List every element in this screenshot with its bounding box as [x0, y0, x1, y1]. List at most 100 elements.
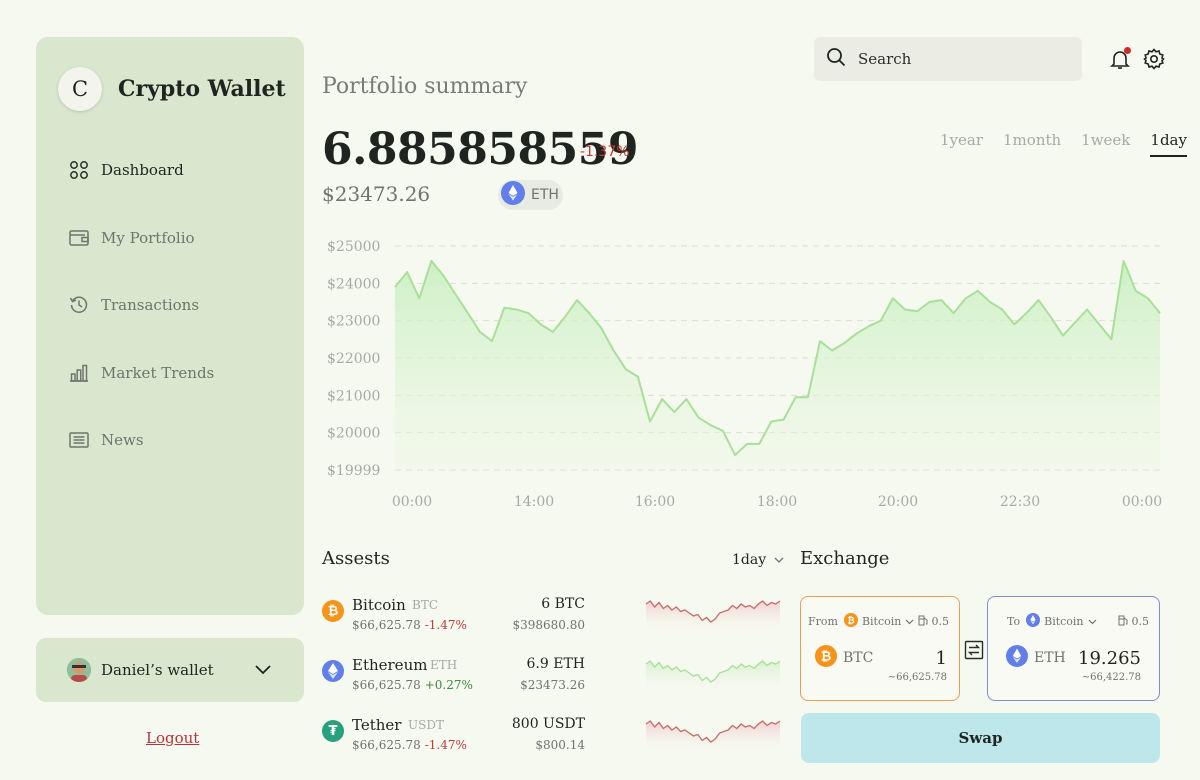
- sidebar-item-dashboard[interactable]: Dashboard: [68, 155, 214, 185]
- y-tick-label: $24000: [327, 276, 380, 292]
- to-coin-select[interactable]: Bitcoin: [1026, 613, 1096, 630]
- sidebar-nav: Dashboard My Portfolio Transactions Mark…: [68, 155, 214, 493]
- chevron-down-icon: [1088, 615, 1097, 628]
- asset-name: Tether: [352, 716, 402, 734]
- chevron-down-icon: [254, 660, 272, 682]
- notification-button[interactable]: [1108, 47, 1132, 71]
- bar-chart-icon: [68, 362, 90, 384]
- balance-change: -1.37%: [580, 144, 630, 160]
- search-bar[interactable]: [814, 37, 1082, 81]
- notification-dot: [1124, 47, 1131, 54]
- portfolio-chart: $25000 $24000 $23000 $22000 $21000 $20000 $199…: [327, 239, 1162, 510]
- swap-button[interactable]: Swap: [801, 713, 1160, 763]
- area-fill: [395, 260, 1160, 470]
- y-tick-label: $19999: [327, 463, 380, 479]
- asset-price: $66,625.78 -1.47%: [352, 618, 467, 632]
- x-tick-label: 22:30: [1000, 494, 1040, 510]
- ethereum-icon: [1026, 613, 1041, 630]
- bitcoin-icon: ₿: [322, 600, 344, 622]
- sidebar: C Crypto Wallet Dashboard My Portfolio T…: [36, 37, 304, 615]
- sidebar-item-transactions[interactable]: Transactions: [68, 290, 214, 320]
- sparkline-area: [646, 601, 780, 632]
- tab-1year[interactable]: 1year: [940, 131, 983, 157]
- assets-range-label: 1day: [732, 552, 767, 568]
- to-coin: ETH: [1034, 650, 1066, 666]
- from-coin: BTC: [843, 650, 874, 666]
- usd-value: $23473.26: [322, 182, 431, 206]
- sidebar-item-market-trends[interactable]: Market Trends: [68, 358, 214, 388]
- tab-1day[interactable]: 1day: [1150, 131, 1187, 157]
- gas-pump-icon: [1118, 615, 1129, 629]
- asset-row-ethereum[interactable]: Ethereum ETH $66,625.78 +0.27% 6.9 ETH $2…: [322, 656, 782, 700]
- search-input[interactable]: [858, 50, 1058, 68]
- swap-direction-icon[interactable]: [963, 639, 985, 661]
- asset-fiat-value: $800.14: [535, 738, 585, 752]
- news-icon: [68, 429, 90, 451]
- sidebar-item-my-portfolio[interactable]: My Portfolio: [68, 223, 214, 253]
- gas-fee-value: 0.5: [1131, 615, 1150, 628]
- sidebar-item-news[interactable]: News: [68, 425, 214, 455]
- asset-price: $66,625.78 +0.27%: [352, 678, 473, 692]
- asset-ticker: ETH: [430, 658, 458, 672]
- sparkline: [645, 720, 781, 752]
- brand: C Crypto Wallet: [58, 67, 286, 111]
- chevron-down-icon: [905, 615, 914, 628]
- assets-range-dropdown[interactable]: 1day: [732, 552, 784, 568]
- tether-icon: ₮: [322, 720, 344, 742]
- from-amount[interactable]: 1: [936, 648, 947, 669]
- sidebar-item-label: News: [101, 431, 144, 449]
- asset-change: -1.47%: [424, 618, 467, 632]
- asset-price-value: $66,625.78: [352, 678, 421, 692]
- exchange-from-card[interactable]: From ₿ Bitcoin 0.5 ₿ BTC 1 ~66,625.78: [800, 596, 960, 701]
- asset-row-bitcoin[interactable]: ₿ Bitcoin BTC $66,625.78 -1.47% 6 BTC $39…: [322, 596, 782, 640]
- gas-fee: 0.5: [918, 615, 950, 629]
- asset-fiat-value: $398680.80: [512, 618, 585, 632]
- svg-text:₿: ₿: [821, 650, 832, 665]
- chevron-down-icon: [774, 552, 784, 568]
- sidebar-item-label: Transactions: [101, 296, 200, 314]
- asset-amount: 800 USDT: [511, 716, 585, 732]
- wallet-icon: [68, 227, 90, 249]
- asset-amount: 6 BTC: [541, 596, 585, 612]
- asset-change: +0.27%: [424, 678, 473, 692]
- asset-row-tether[interactable]: ₮ Tether USDT $66,625.78 -1.47% 800 USDT …: [322, 716, 782, 760]
- gas-fee-value: 0.5: [931, 615, 950, 628]
- bitcoin-icon: ₿: [843, 613, 858, 630]
- ethereum-icon: [501, 181, 525, 209]
- asset-fiat-value: $23473.26: [520, 678, 585, 692]
- asset-ticker: BTC: [412, 598, 439, 612]
- wallet-selector[interactable]: Daniel’s wallet: [36, 638, 304, 702]
- coin-label: ETH: [531, 187, 559, 203]
- gas-fee: 0.5: [1118, 615, 1150, 629]
- bell-icon: [1108, 51, 1132, 75]
- tab-1month[interactable]: 1month: [1003, 131, 1061, 157]
- from-approx: ~66,625.78: [887, 672, 947, 683]
- history-icon: [68, 294, 90, 316]
- x-tick-label: 20:00: [878, 494, 918, 510]
- asset-price-value: $66,625.78: [352, 618, 421, 632]
- tab-1week[interactable]: 1week: [1081, 131, 1130, 157]
- to-label: To: [1007, 615, 1021, 628]
- app-logo: C: [58, 67, 102, 111]
- coin-selector[interactable]: ETH: [498, 180, 563, 210]
- y-tick-label: $22000: [327, 351, 380, 367]
- svg-text:₿: ₿: [847, 616, 854, 627]
- asset-price-value: $66,625.78: [352, 738, 421, 752]
- from-label: From: [808, 615, 838, 628]
- to-approx: ~66,422.78: [1081, 672, 1141, 683]
- logout-link[interactable]: Logout: [146, 729, 199, 747]
- asset-name: Ethereum: [352, 656, 428, 674]
- settings-button[interactable]: [1142, 47, 1166, 71]
- from-coin-select[interactable]: ₿ Bitcoin: [843, 613, 914, 630]
- asset-price: $66,625.78 -1.47%: [352, 738, 467, 752]
- asset-ticker: USDT: [408, 718, 444, 732]
- search-icon: [826, 47, 846, 71]
- to-amount[interactable]: 19.265: [1078, 648, 1141, 669]
- sparkline-area: [646, 721, 780, 752]
- x-tick-label: 14:00: [514, 494, 554, 510]
- to-coin-select-label: Bitcoin: [1044, 615, 1084, 628]
- avatar: [67, 658, 91, 682]
- exchange-to-card[interactable]: To Bitcoin 0.5 ETH 19.265 ~66,422.78: [987, 596, 1160, 701]
- x-tick-label: 18:00: [757, 494, 797, 510]
- sparkline: [645, 600, 781, 632]
